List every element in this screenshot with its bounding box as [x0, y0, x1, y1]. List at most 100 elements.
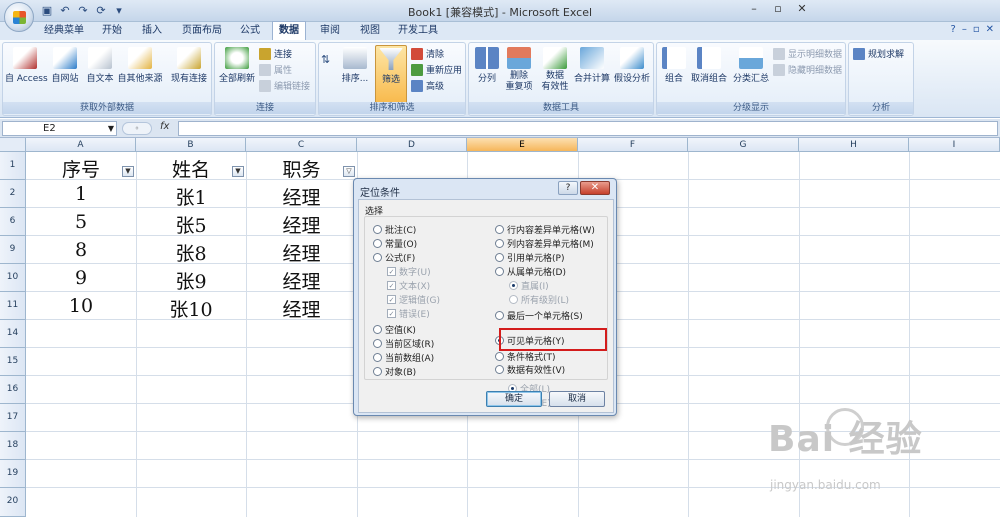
chevron-down-icon[interactable]: ▼	[108, 122, 114, 136]
tab-review[interactable]: 审阅	[314, 22, 346, 40]
dialog-help-button[interactable]: ?	[558, 181, 578, 195]
column-header-e[interactable]: E	[467, 138, 578, 152]
option-current-array[interactable]: 当前数组(A)	[373, 351, 434, 364]
doc-minimize-icon[interactable]: –	[962, 24, 967, 35]
row-header[interactable]: 10	[0, 264, 26, 292]
option-all-levels[interactable]: 所有级别(L)	[509, 293, 569, 306]
filter-dropdown-icon[interactable]: ▼	[232, 166, 244, 177]
column-header-i[interactable]: I	[909, 138, 1000, 152]
tab-home[interactable]: 开始	[96, 22, 128, 40]
connections-button[interactable]: 连接	[259, 47, 292, 60]
checkbox-errors[interactable]: ✓ 错误(E)	[387, 307, 430, 320]
doc-close-icon[interactable]: ✕	[986, 24, 994, 35]
row-header[interactable]: 14	[0, 320, 26, 348]
cell-header-title[interactable]: 职务	[246, 155, 357, 182]
table-cell[interactable]: 张1	[136, 183, 246, 210]
ungroup-button[interactable]: 取消组合	[689, 47, 729, 84]
name-box[interactable]: E2 ▼	[2, 121, 117, 136]
checkbox-logicals[interactable]: ✓ 逻辑值(G)	[387, 293, 440, 306]
row-header[interactable]: 6	[0, 208, 26, 236]
row-header[interactable]: 2	[0, 180, 26, 208]
select-all-corner[interactable]	[0, 138, 26, 152]
row-header[interactable]: 17	[0, 404, 26, 432]
remove-duplicates-button[interactable]: 删除 重复项	[503, 47, 535, 93]
insert-function-icon[interactable]: fx	[160, 121, 169, 132]
option-blanks[interactable]: 空值(K)	[373, 323, 416, 336]
data-validation-button[interactable]: 数据 有效性	[537, 47, 573, 93]
maximize-button[interactable]: ▫	[766, 0, 790, 18]
clear-filter-button[interactable]: 清除	[411, 47, 444, 60]
minimize-button[interactable]: –	[742, 0, 766, 18]
row-header[interactable]: 1	[0, 152, 26, 180]
office-button[interactable]	[4, 2, 34, 32]
sort-az-icon[interactable]: ⇅	[321, 53, 330, 66]
consolidate-button[interactable]: 合并计算	[573, 47, 611, 84]
table-cell[interactable]: 经理	[246, 295, 357, 322]
option-objects[interactable]: 对象(B)	[373, 365, 416, 378]
table-cell[interactable]: 经理	[246, 239, 357, 266]
edit-links-button[interactable]: 编辑链接	[259, 79, 310, 92]
help-icon[interactable]: ?	[951, 24, 956, 35]
text-to-columns-button[interactable]: 分列	[471, 47, 503, 84]
subtotal-button[interactable]: 分类汇总	[731, 47, 771, 84]
row-header[interactable]: 15	[0, 348, 26, 376]
option-conditional-formats[interactable]: 条件格式(T)	[495, 350, 556, 363]
from-text-button[interactable]: 自文本	[83, 47, 117, 84]
checkbox-numbers[interactable]: ✓ 数字(U)	[387, 265, 431, 278]
filter-button[interactable]: 筛选	[375, 45, 407, 105]
filter-dropdown-icon[interactable]: ▼	[122, 166, 134, 177]
properties-button[interactable]: 属性	[259, 63, 292, 76]
table-cell[interactable]: 张10	[136, 295, 246, 322]
table-cell[interactable]: 8	[26, 239, 136, 261]
table-cell[interactable]: 经理	[246, 211, 357, 238]
row-header[interactable]: 16	[0, 376, 26, 404]
table-cell[interactable]: 1	[26, 183, 136, 205]
option-precedents[interactable]: 引用单元格(P)	[495, 251, 564, 264]
option-formulas[interactable]: 公式(F)	[373, 251, 415, 264]
checkbox-text[interactable]: ✓ 文本(X)	[387, 279, 430, 292]
option-current-region[interactable]: 当前区域(R)	[373, 337, 434, 350]
refresh-all-button[interactable]: 全部刷新	[217, 47, 257, 84]
column-header-a[interactable]: A	[26, 138, 136, 152]
option-constants[interactable]: 常量(O)	[373, 237, 417, 250]
table-cell[interactable]: 经理	[246, 183, 357, 210]
column-header-f[interactable]: F	[578, 138, 688, 152]
formula-bar-expander[interactable]: ◦	[122, 122, 152, 135]
hide-detail-button[interactable]: 隐藏明细数据	[773, 63, 842, 76]
option-dependents[interactable]: 从属单元格(D)	[495, 265, 566, 278]
group-button[interactable]: 组合	[659, 47, 689, 84]
option-data-validation[interactable]: 数据有效性(V)	[495, 363, 565, 376]
table-cell[interactable]: 9	[26, 267, 136, 289]
tab-page-layout[interactable]: 页面布局	[176, 22, 228, 40]
tab-developer[interactable]: 开发工具	[392, 22, 444, 40]
formula-input[interactable]	[178, 121, 998, 136]
row-header[interactable]: 18	[0, 432, 26, 460]
filter-active-icon[interactable]: ▽	[343, 166, 355, 177]
existing-connections-button[interactable]: 现有连接	[167, 47, 211, 84]
tab-data[interactable]: 数据	[272, 21, 306, 41]
option-row-differences[interactable]: 行内容差异单元格(W)	[495, 223, 595, 236]
tab-view[interactable]: 视图	[354, 22, 386, 40]
reapply-button[interactable]: 重新应用	[411, 63, 462, 76]
sort-button[interactable]: 排序...	[339, 47, 371, 84]
column-header-h[interactable]: H	[799, 138, 909, 152]
column-header-g[interactable]: G	[688, 138, 799, 152]
option-direct-only[interactable]: 直属(I)	[509, 279, 549, 292]
column-header-b[interactable]: B	[136, 138, 246, 152]
ok-button[interactable]: 确定	[486, 391, 542, 407]
option-column-differences[interactable]: 列内容差异单元格(M)	[495, 237, 594, 250]
table-cell[interactable]: 张9	[136, 267, 246, 294]
cell-header-id[interactable]: 序号	[26, 155, 136, 182]
dialog-close-button[interactable]: ✕	[580, 181, 610, 195]
row-header[interactable]: 20	[0, 488, 26, 517]
table-cell[interactable]: 经理	[246, 267, 357, 294]
table-cell[interactable]: 5	[26, 211, 136, 233]
table-cell[interactable]: 张8	[136, 239, 246, 266]
option-comments[interactable]: 批注(C)	[373, 223, 416, 236]
cancel-button[interactable]: 取消	[549, 391, 605, 407]
doc-restore-icon[interactable]: ▫	[973, 24, 980, 35]
table-cell[interactable]: 张5	[136, 211, 246, 238]
column-header-c[interactable]: C	[246, 138, 357, 152]
row-header[interactable]: 19	[0, 460, 26, 488]
from-web-button[interactable]: 自网站	[47, 47, 83, 84]
